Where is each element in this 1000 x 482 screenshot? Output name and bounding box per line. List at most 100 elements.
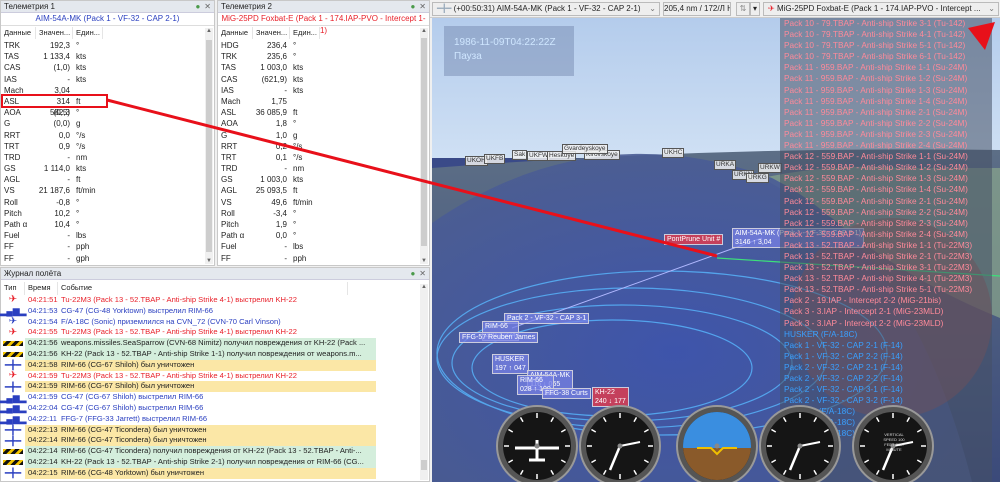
telemetry-row[interactable]: GS 1 114,0 kts (1, 163, 214, 174)
telemetry-row[interactable]: Mach 3,04 (1, 85, 214, 96)
telemetry-row[interactable]: ASL 314 582,3 ft (1, 96, 214, 117)
scroll-down-icon[interactable]: ▼ (205, 258, 213, 264)
column-header-data[interactable]: Данные (1, 27, 36, 39)
unit-list-item[interactable]: Pack 11 - 959.BAP - Anti-ship Strike 2-4… (780, 140, 992, 151)
telemetry-row[interactable]: Fuel - lbs (1, 230, 214, 241)
unit-list-item[interactable]: Pack 10 - 79.TBAP - Anti-ship Strike 3-1… (780, 18, 992, 29)
unit-list-item[interactable]: Pack 1 - VF-32 - CAP 2-1 (F-14) (780, 340, 992, 351)
airfield-label[interactable]: URKW (758, 163, 782, 173)
telemetry-row[interactable]: IAS - kts (218, 85, 429, 96)
telemetry-row[interactable]: TRT 0,1 °/s (218, 152, 429, 163)
telemetry-row[interactable]: TRT 0,9 °/s (1, 141, 214, 152)
unit-list-item[interactable]: Pack 10 - 79.TBAP - Anti-ship Strike 4-1… (780, 29, 992, 40)
swap-button[interactable]: ⇅ (736, 2, 750, 16)
unit-list-item[interactable]: Pack 11 - 959.BAP - Anti-ship Strike 2-2… (780, 118, 992, 129)
log-row[interactable]: 04:22:14 RIM-66 (CG-47 Ticondera) получил… (1, 446, 429, 457)
unit-list-item[interactable]: HUSKER (F/A-18C) (780, 329, 992, 340)
airfield-label[interactable]: URKG (746, 173, 769, 183)
unit-label[interactable]: FFG-38 Curts (542, 388, 591, 399)
unit-list-item[interactable]: Pack 3 - 3.IAP - Intercept 2-2 (MiG-23ML… (780, 318, 992, 329)
telemetry-row[interactable]: TRK 235,6 ° (218, 51, 429, 62)
scroll-up-icon[interactable]: ▲ (420, 28, 428, 34)
log-row[interactable]: ━╋━ 04:21:58 RIM-66 (CG-67 Shiloh) был уни… (1, 359, 429, 371)
unit-list-item[interactable]: Pack 11 - 959.BAP - Anti-ship Strike 2-3… (780, 129, 992, 140)
airfield-label[interactable]: UKHC (662, 148, 685, 158)
scrollbar[interactable]: ▲ (420, 284, 428, 480)
airfield-label[interactable]: UKFB (484, 154, 506, 164)
unit-list-item[interactable]: Pack 13 - 52.TBAP - Anti-ship Strike 3-1… (780, 262, 992, 273)
column-header-value[interactable]: Значен... (36, 27, 73, 39)
column-header-data[interactable]: Данные (218, 27, 253, 39)
telemetry-row[interactable]: Roll -0,8 ° (1, 197, 214, 208)
telemetry-row[interactable]: TRD - nm (218, 163, 429, 174)
log-row[interactable]: ━╋━ 04:22:15 RIM-66 (CG-48 Yorktown) был у… (1, 467, 429, 479)
telemetry-row[interactable]: TRD - nm (1, 152, 214, 163)
unit1-select[interactable]: ━╋━ (+00:50:31) AIM-54A-MK (Pack 1 - VF-… (432, 2, 660, 16)
unit-list-item[interactable]: Pack 12 - 559.BAP - Anti-ship Strike 2-3… (780, 218, 992, 229)
3d-view[interactable]: 1986-11-09T04:22:22Z Пауза UKOH UKFB Sak UK… (432, 18, 1000, 482)
unit-list-item[interactable]: Pack 12 - 559.BAP - Anti-ship Strike 1-2… (780, 162, 992, 173)
unit-list-item[interactable]: Pack 13 - 52.TBAP - Anti-ship Strike 2-1… (780, 251, 992, 262)
log-row[interactable]: ✈ 04:21:54 F/A-18C (Sonic) приземлился на … (1, 316, 429, 328)
telemetry-row[interactable]: CAS (1,0) kts (1, 62, 214, 73)
unit-list-item[interactable]: Pack 11 - 959.BAP - Anti-ship Strike 1-1… (780, 62, 992, 73)
column-header-value[interactable]: Значен... (253, 27, 290, 39)
unit-list-item[interactable]: Pack 11 - 959.BAP - Anti-ship Strike 1-3… (780, 85, 992, 96)
telemetry-row[interactable]: FF - pph (1, 241, 214, 252)
close-icon[interactable]: ✕ (204, 2, 211, 11)
unit-label[interactable]: FFG-57 Reuben James (459, 332, 539, 343)
pin-icon[interactable]: ● (195, 2, 200, 11)
telemetry-row[interactable]: AGL - ft (1, 174, 214, 185)
unit-list-item[interactable]: Pack 12 - 559.BAP - Anti-ship Strike 1-3… (780, 173, 992, 184)
pin-icon[interactable]: ● (410, 2, 415, 11)
telemetry-row[interactable]: FF - pph (218, 253, 429, 264)
log-row[interactable]: ━╋━ 04:22:13 RIM-66 (CG-47 Ticondera) был … (1, 424, 429, 436)
log-row[interactable]: 04:21:56 KH-22 (Pack 13 - 52.TBAP - Anti-… (1, 348, 429, 360)
telemetry-row[interactable]: Path α 10,4 ° (1, 219, 214, 230)
log-row[interactable]: ✈ 04:21:51 Tu-22M3 (Pack 13 - 52.TBAP - An… (1, 295, 429, 306)
unit-list-item[interactable]: Pack 13 - 52.TBAP - Anti-ship Strike 5-1… (780, 284, 992, 295)
unit-list-item[interactable]: Pack 12 - 559.BAP - Anti-ship Strike 2-1… (780, 196, 992, 207)
telemetry-row[interactable]: AOA 1,8 ° (218, 118, 429, 129)
log-row[interactable]: ━╋━ 04:22:14 RIM-66 (CG-47 Ticondera) был … (1, 435, 429, 447)
log-row[interactable]: ✈ 04:21:55 Tu-22M3 (Pack 13 - 52.TBAP - An… (1, 327, 429, 338)
unit-list-item[interactable]: Pack 2 - VF-32 - CAP 3-1 (F-14) (780, 384, 992, 395)
unit-list-item[interactable]: Pack 11 - 959.BAP - Anti-ship Strike 1-2… (780, 73, 992, 84)
telemetry-row[interactable]: HDG 236,4 ° (218, 40, 429, 51)
airfield-label[interactable]: URKA (714, 160, 737, 170)
telemetry-row[interactable]: Mach 1,75 (218, 96, 429, 107)
column-header-event[interactable]: Событие (58, 282, 348, 295)
telemetry-row[interactable]: TAS 1 003,0 kts (218, 62, 429, 73)
telemetry-row[interactable]: FF - gph (1, 253, 214, 264)
unit-list-item[interactable]: Pack 13 - 52.TBAP - Anti-ship Strike 1-1… (780, 240, 992, 251)
column-header-unit[interactable]: Един... (290, 27, 320, 39)
airfield-label[interactable]: Gvardeyskoye (562, 144, 608, 154)
scrollbar[interactable]: ▲ ▼ (205, 28, 213, 264)
log-row[interactable]: ▂▄▆▂ 04:21:53 CG-47 (CG-48 Yorktown) выстр… (0, 306, 429, 317)
log-row[interactable]: ━╋━ 04:21:59 RIM-66 (CG-67 Shiloh) был уни… (1, 381, 429, 393)
telemetry-row[interactable]: Path α 0,0 ° (218, 230, 429, 241)
column-header-time[interactable]: Время (25, 282, 58, 295)
telemetry-row[interactable]: Pitch 1,9 ° (218, 219, 429, 230)
unit-list-item[interactable]: Pack 12 - 559.BAP - Anti-ship Strike 1-1… (780, 151, 992, 162)
unit-list-item[interactable]: Pack 2 - 19.IAP - Intercept 2-2 (MiG-21b… (780, 295, 992, 306)
unit-list-item[interactable]: Pack 1 - VF-32 - CAP 2-2 (F-14) (780, 351, 992, 362)
scroll-thumb[interactable] (206, 40, 212, 252)
unit-list-item[interactable]: Pack 12 - 559.BAP - Anti-ship Strike 1-4… (780, 184, 992, 195)
telemetry-row[interactable]: IAS - kts (1, 74, 214, 85)
unit-list-item[interactable]: Pack 10 - 79.TBAP - Anti-ship Strike 5-1… (780, 40, 992, 51)
telemetry-row[interactable]: Roll -3,4 ° (218, 208, 429, 219)
unit-list-item[interactable]: Pack 3 - 3.IAP - Intercept 2-1 (MiG-23ML… (780, 306, 992, 317)
telemetry-row[interactable]: AGL 25 093,5 ft (218, 185, 429, 196)
telemetry-row[interactable]: VS 49,6 ft/min (218, 197, 429, 208)
telemetry-row[interactable]: VS 21 187,6 ft/min (1, 185, 214, 196)
pin-icon[interactable]: ● (410, 269, 415, 278)
telemetry-row[interactable]: RRT 0,2 °/s (218, 141, 429, 152)
log-row[interactable]: ▂▄▆▂ 04:22:11 FFG-7 (FFG-33 Jarrett) выстр… (0, 414, 429, 425)
unit-list-item[interactable]: Pack 12 - 559.BAP - Anti-ship Strike 2-2… (780, 207, 992, 218)
unit-list-item[interactable]: Pack 2 - VF-32 - CAP 2-2 (F-14) (780, 373, 992, 384)
telemetry-row[interactable]: CAS (621,9) kts (218, 74, 429, 85)
telemetry-row[interactable]: RRT 0,0 °/s (1, 130, 214, 141)
close-icon[interactable]: ✕ (419, 269, 426, 278)
unit-label[interactable]: HUSKER 197 ↑ 047 (492, 354, 529, 374)
